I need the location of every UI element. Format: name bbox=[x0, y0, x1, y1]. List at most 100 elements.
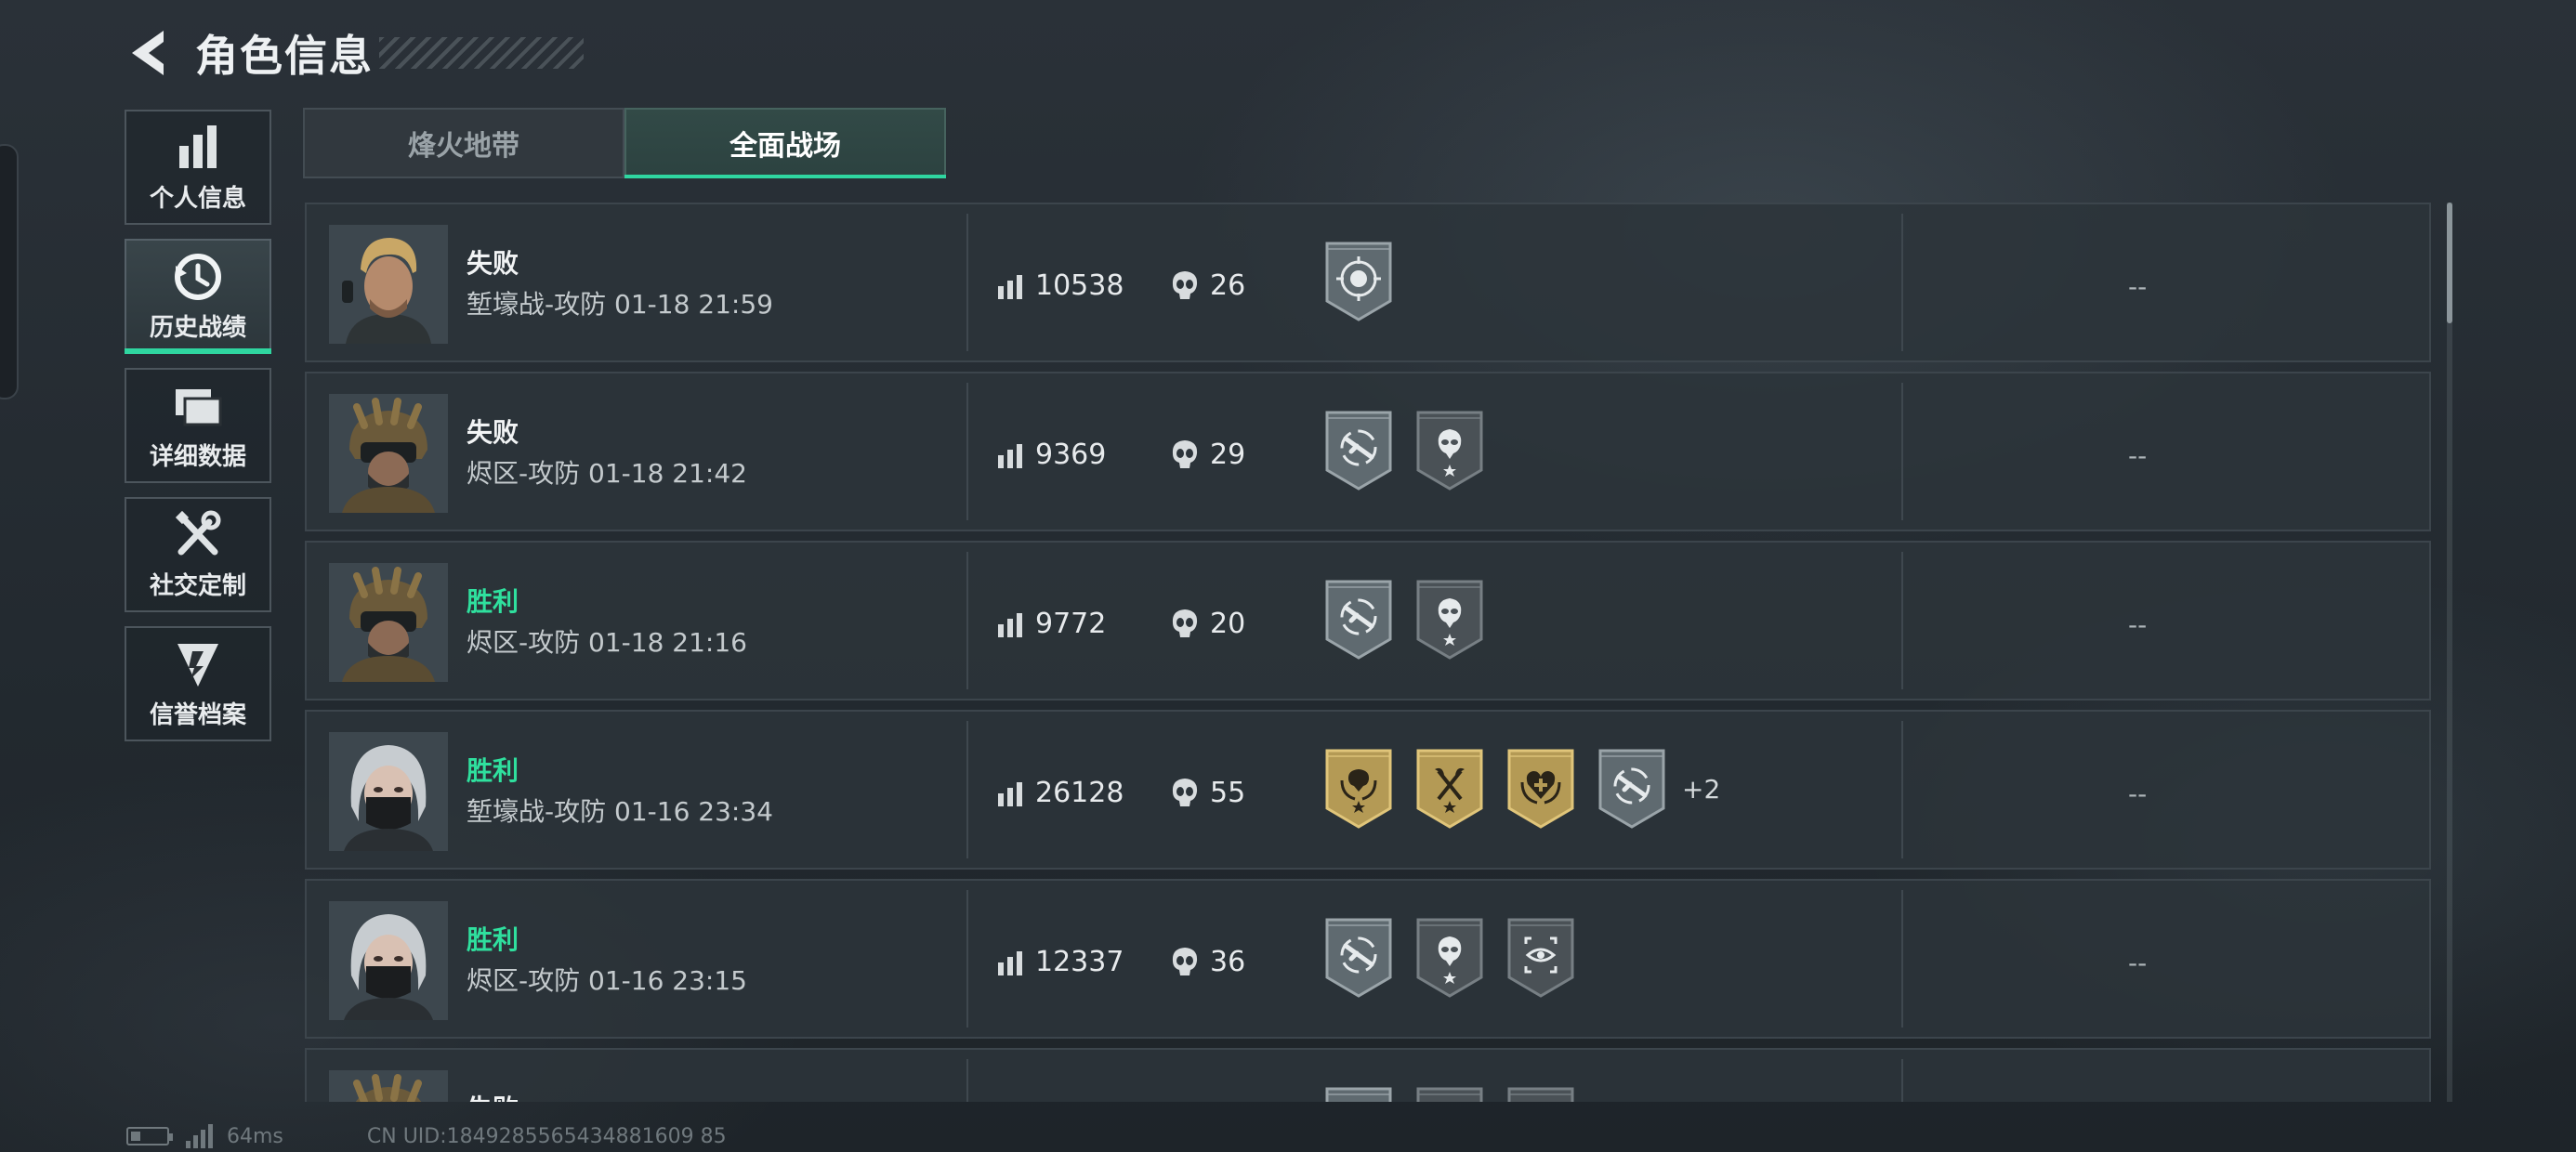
match-row[interactable]: 失败 bbox=[305, 1048, 2431, 1102]
match-score: 9369 bbox=[1035, 439, 1107, 471]
score-bars-icon bbox=[998, 782, 1022, 806]
rifle-target-badge-icon[interactable] bbox=[1323, 1087, 1394, 1102]
more-badges-count[interactable]: +2 bbox=[1682, 774, 1720, 805]
column-divider bbox=[966, 383, 968, 520]
column-divider bbox=[966, 721, 968, 858]
column-divider bbox=[966, 552, 968, 689]
battery-icon bbox=[126, 1127, 173, 1145]
history-clock-icon bbox=[175, 253, 221, 300]
match-history-list: 失败 堑壕战-攻防 01-18 21:59 10538 26 -- 失败 烬区-… bbox=[305, 203, 2431, 1102]
mode-tabs: 烽火地带 全面战场 bbox=[303, 108, 946, 178]
scrollbar-thumb[interactable] bbox=[2447, 203, 2452, 323]
match-time: 01-18 21:42 bbox=[588, 458, 747, 489]
bar-chart-icon bbox=[179, 124, 217, 168]
match-result: 失败 bbox=[467, 1089, 519, 1102]
page-title: 角色信息 bbox=[195, 31, 374, 81]
sidebar-item-personal-info[interactable]: 个人信息 bbox=[125, 110, 271, 225]
match-mode: 堑壕战-攻防 bbox=[467, 796, 607, 827]
skull-icon bbox=[1172, 948, 1198, 975]
status-footer: 64ms CN UID:1849285565434881609 85 bbox=[126, 1122, 727, 1150]
sidebar: 个人信息 历史战绩 详细数据 社交定制 信誉档案 bbox=[125, 110, 271, 755]
list-scrollbar[interactable] bbox=[2447, 203, 2452, 1102]
sidebar-item-label: 社交定制 bbox=[149, 571, 246, 600]
skull-target-badge-icon[interactable] bbox=[1323, 242, 1394, 321]
match-time: 01-18 21:16 bbox=[588, 627, 747, 658]
match-result: 失败 bbox=[467, 417, 519, 448]
credibility-shield-icon bbox=[177, 643, 218, 687]
gold-skull-wreath-badge-icon[interactable] bbox=[1323, 749, 1394, 829]
match-score: 9772 bbox=[1035, 608, 1107, 640]
match-result: 胜利 bbox=[467, 755, 519, 786]
sidebar-item-social-custom[interactable]: 社交定制 bbox=[125, 497, 271, 612]
match-row[interactable]: 胜利 堑壕战-攻防 01-16 23:34 26128 55 +2 -- bbox=[305, 710, 2431, 870]
alien-star-badge-icon[interactable] bbox=[1414, 580, 1485, 660]
column-divider bbox=[1901, 214, 1903, 351]
match-meta: 堑壕战-攻防 01-16 23:34 bbox=[467, 792, 773, 829]
match-row[interactable]: 胜利 烬区-攻防 01-16 23:15 12337 36 -- bbox=[305, 879, 2431, 1039]
operator-avatar bbox=[329, 394, 448, 513]
match-kills: 36 bbox=[1210, 946, 1246, 978]
match-meta: 烬区-攻防 01-16 23:15 bbox=[467, 961, 747, 998]
match-row[interactable]: 失败 堑壕战-攻防 01-18 21:59 10538 26 -- bbox=[305, 203, 2431, 362]
score-bars-icon bbox=[998, 444, 1022, 468]
skull-icon bbox=[1172, 271, 1198, 299]
edge-handle bbox=[0, 144, 19, 399]
alien-star-badge-icon[interactable] bbox=[1414, 411, 1485, 491]
column-divider bbox=[1901, 890, 1903, 1028]
score-bars-icon bbox=[998, 275, 1022, 299]
match-meta: 堑壕战-攻防 01-18 21:59 bbox=[467, 284, 773, 321]
skull-icon bbox=[1172, 779, 1198, 806]
user-uid: CN UID:1849285565434881609 85 bbox=[366, 1124, 727, 1148]
sidebar-item-label: 详细数据 bbox=[149, 442, 246, 471]
gold-axes-badge-icon[interactable] bbox=[1414, 749, 1485, 829]
match-note: -- bbox=[2128, 948, 2148, 978]
eye-scan-badge-icon[interactable] bbox=[1505, 918, 1576, 998]
eye-scan-badge-icon[interactable] bbox=[1505, 1087, 1576, 1102]
match-mode: 烬区-攻防 bbox=[467, 965, 581, 996]
match-meta: 烬区-攻防 01-18 21:16 bbox=[467, 622, 747, 660]
match-kills: 29 bbox=[1210, 439, 1246, 471]
match-score: 10538 bbox=[1035, 269, 1124, 302]
match-kills: 55 bbox=[1210, 777, 1246, 809]
title-decoration bbox=[379, 37, 584, 69]
column-divider bbox=[1901, 1059, 1903, 1102]
rifle-target-badge-icon[interactable] bbox=[1597, 749, 1667, 829]
gold-heart-badge-icon[interactable] bbox=[1505, 749, 1576, 829]
match-note: -- bbox=[2128, 779, 2148, 809]
alien-star-badge-icon[interactable] bbox=[1414, 1087, 1485, 1102]
rifle-target-badge-icon[interactable] bbox=[1323, 580, 1394, 660]
back-button[interactable] bbox=[121, 20, 177, 85]
rifle-target-badge-icon[interactable] bbox=[1323, 411, 1394, 491]
column-divider bbox=[1901, 552, 1903, 689]
sidebar-item-detailed-data[interactable]: 详细数据 bbox=[125, 368, 271, 483]
match-result: 胜利 bbox=[467, 586, 519, 617]
ping-value: 64ms bbox=[227, 1124, 283, 1148]
column-divider bbox=[1901, 383, 1903, 520]
operator-avatar bbox=[329, 225, 448, 344]
sidebar-item-credibility[interactable]: 信誉档案 bbox=[125, 626, 271, 741]
operator-avatar bbox=[329, 732, 448, 851]
match-mode: 烬区-攻防 bbox=[467, 627, 581, 658]
rifle-target-badge-icon[interactable] bbox=[1323, 918, 1394, 998]
skull-icon bbox=[1172, 609, 1198, 637]
tab-blaze-zone[interactable]: 烽火地带 bbox=[303, 108, 624, 178]
match-note: -- bbox=[2128, 609, 2148, 640]
badge-list bbox=[1323, 1087, 1597, 1102]
wrench-screwdriver-icon bbox=[175, 510, 221, 555]
sidebar-item-match-history[interactable]: 历史战绩 bbox=[125, 239, 271, 354]
match-note: -- bbox=[2128, 440, 2148, 471]
page-header: 角色信息 bbox=[121, 20, 584, 85]
column-divider bbox=[1901, 721, 1903, 858]
operator-avatar bbox=[329, 901, 448, 1020]
match-row[interactable]: 失败 烬区-攻防 01-18 21:42 9369 29 -- bbox=[305, 372, 2431, 531]
tab-full-battlefield[interactable]: 全面战场 bbox=[624, 108, 946, 178]
match-time: 01-16 23:15 bbox=[588, 965, 747, 996]
match-time: 01-16 23:34 bbox=[614, 796, 773, 827]
column-divider bbox=[966, 1059, 968, 1102]
alien-star-badge-icon[interactable] bbox=[1414, 918, 1485, 998]
match-row[interactable]: 胜利 烬区-攻防 01-18 21:16 9772 20 -- bbox=[305, 541, 2431, 700]
match-score: 12337 bbox=[1035, 946, 1124, 978]
sidebar-item-label: 个人信息 bbox=[149, 184, 246, 213]
badge-list bbox=[1323, 411, 1505, 491]
score-bars-icon bbox=[998, 951, 1022, 975]
